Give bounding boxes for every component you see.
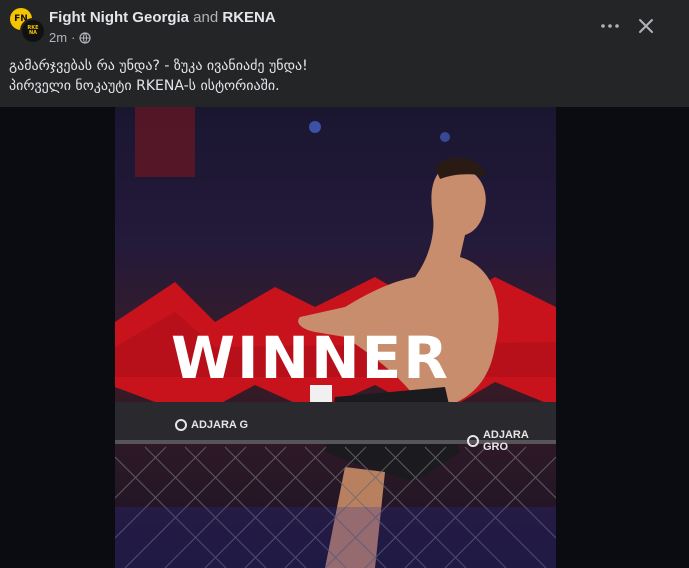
- close-icon: [639, 19, 653, 33]
- author-connector: and: [193, 9, 219, 26]
- timestamp-link[interactable]: 2m: [49, 30, 67, 45]
- post-caption: გამარჯვებას რა უნდა? - ზუკა ივანიაძე უნდ…: [9, 56, 308, 96]
- sponsor-logo-left: ADJARA G: [175, 419, 248, 431]
- facebook-post: FN RKE NA Fight Night Georgia and RKENA 2…: [0, 0, 689, 568]
- author-secondary-link[interactable]: RKENA: [222, 9, 275, 26]
- post-media[interactable]: WINNER ADJARA G ADJARA GRO: [0, 107, 689, 568]
- more-options-button[interactable]: [596, 12, 624, 40]
- post-header: FN RKE NA Fight Night Georgia and RKENA 2…: [0, 0, 689, 52]
- author-avatars[interactable]: FN RKE NA: [8, 6, 46, 44]
- close-button[interactable]: [632, 12, 660, 40]
- author-primary-link[interactable]: Fight Night Georgia: [49, 9, 189, 26]
- sponsor-mark-icon: [175, 419, 187, 431]
- winner-photo[interactable]: WINNER ADJARA G ADJARA GRO: [115, 107, 556, 568]
- caption-line: გამარჯვებას რა უნდა? - ზუკა ივანიაძე უნდ…: [9, 58, 308, 74]
- sponsor-left-text: ADJARA G: [191, 419, 249, 431]
- caption-line: პირველი ნოკაუტი RKENA-ს ისტორიაში.: [9, 78, 280, 94]
- author-names: Fight Night Georgia and RKENA: [49, 9, 276, 26]
- more-horizontal-icon: [601, 24, 619, 28]
- sponsor-right-text: ADJARA GRO: [482, 429, 529, 453]
- meta-separator: ·: [71, 30, 76, 45]
- sponsor-logo-right: ADJARA GRO: [467, 429, 556, 453]
- avatar-rkena[interactable]: RKE NA: [20, 18, 46, 44]
- post-meta: 2m ·: [49, 30, 92, 45]
- sponsor-mark-icon: [467, 435, 479, 447]
- winner-banner-text: WINNER: [171, 324, 450, 392]
- globe-icon[interactable]: [79, 31, 92, 44]
